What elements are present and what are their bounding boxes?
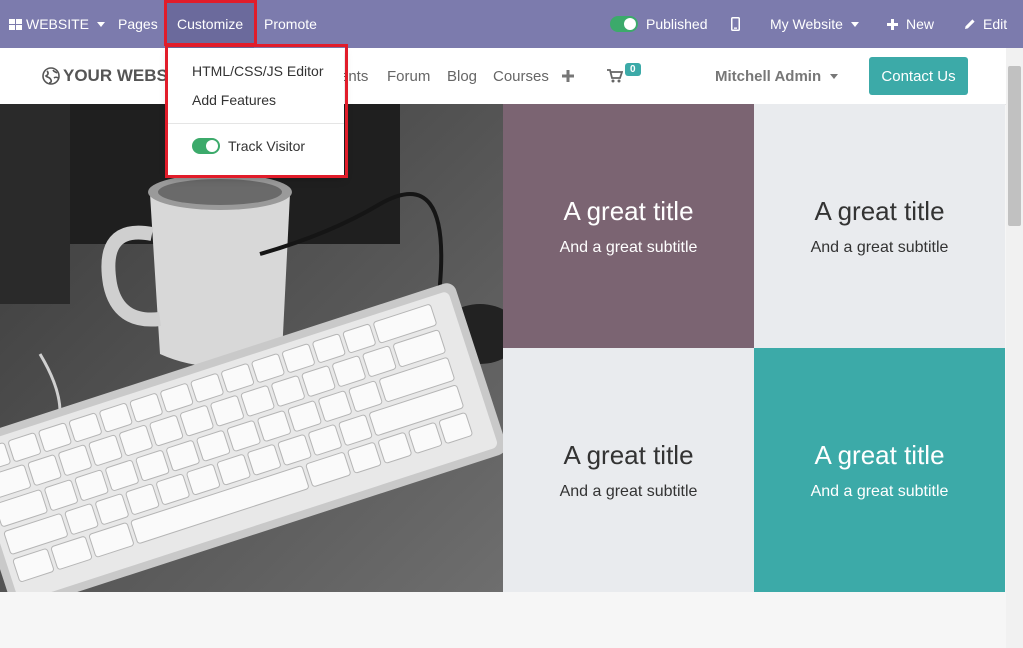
contact-us-label: Contact Us xyxy=(881,67,956,85)
tile-title: A great title xyxy=(563,195,694,226)
chevron-down-icon xyxy=(830,73,839,79)
chevron-down-icon xyxy=(97,21,106,27)
feature-tile: A great title And a great subtitle xyxy=(754,348,1005,592)
new-button[interactable]: New xyxy=(887,0,934,48)
tile-subtitle: And a great subtitle xyxy=(810,238,949,256)
mobile-phone-icon xyxy=(731,17,740,31)
logo-text: YOUR WEBSI xyxy=(63,66,173,85)
admin-navbar: WEBSITE Pages Customize Promote Publishe… xyxy=(0,0,1023,48)
toggle-on-icon xyxy=(192,138,220,154)
nav-item-label: Blog xyxy=(447,67,478,85)
website-app-menu[interactable]: WEBSITE xyxy=(9,0,106,48)
tile-title: A great title xyxy=(814,439,945,470)
nav-item-label: ents xyxy=(340,67,369,85)
keyboard-mug-photo xyxy=(0,104,503,592)
contact-us-button[interactable]: Contact Us xyxy=(869,57,968,95)
my-website-label: My Website xyxy=(770,16,843,32)
plus-icon xyxy=(562,70,574,82)
plus-icon xyxy=(887,18,898,30)
menu-divider xyxy=(168,123,344,124)
toggle-on-icon xyxy=(610,16,638,32)
shopping-cart-icon xyxy=(607,69,623,83)
page-scrollbar[interactable] xyxy=(1006,48,1023,648)
apps-grid-icon xyxy=(9,18,22,30)
site-logo[interactable]: YOUR WEBSI xyxy=(42,48,173,104)
promote-label: Promote xyxy=(264,16,317,32)
cart-count-badge: 0 xyxy=(625,62,641,76)
tile-subtitle: And a great subtitle xyxy=(559,482,698,500)
pages-label: Pages xyxy=(118,16,158,32)
pages-menu[interactable]: Pages xyxy=(118,0,158,48)
tile-title: A great title xyxy=(814,195,945,226)
menu-item-label: HTML/CSS/JS Editor xyxy=(192,63,324,79)
edit-button[interactable]: Edit xyxy=(964,0,1007,48)
nav-item-forum[interactable]: Forum xyxy=(387,48,430,104)
published-toggle[interactable]: Published xyxy=(610,0,708,48)
nav-item-label: Courses xyxy=(493,67,549,85)
customize-label: Customize xyxy=(177,16,244,32)
user-menu[interactable]: Mitchell Admin xyxy=(715,48,839,104)
nav-item-label: Forum xyxy=(387,67,431,85)
published-label: Published xyxy=(646,16,708,32)
new-label: New xyxy=(906,16,935,32)
menu-item-label: Add Features xyxy=(192,92,277,108)
menu-item-label: Track Visitor xyxy=(228,138,306,154)
edit-label: Edit xyxy=(983,16,1008,32)
cart-button[interactable]: 0 xyxy=(607,48,641,104)
globe-icon xyxy=(42,67,60,85)
feature-tile: A great title And a great subtitle xyxy=(503,104,754,348)
nav-item-blog[interactable]: Blog xyxy=(447,48,477,104)
add-features-item[interactable]: Add Features xyxy=(192,89,276,111)
customize-dropdown: HTML/CSS/JS Editor Add Features Track Vi… xyxy=(168,48,344,176)
tile-subtitle: And a great subtitle xyxy=(810,482,949,500)
scrollbar-thumb[interactable] xyxy=(1008,66,1021,226)
feature-tile: A great title And a great subtitle xyxy=(754,104,1005,348)
add-menu-item-button[interactable] xyxy=(562,48,574,104)
tile-title: A great title xyxy=(563,439,694,470)
website-label: WEBSITE xyxy=(26,16,90,32)
mobile-preview-button[interactable] xyxy=(731,0,740,48)
nav-item-courses[interactable]: Courses xyxy=(493,48,549,104)
photo-illustration xyxy=(0,104,503,592)
feature-tile: A great title And a great subtitle xyxy=(503,348,754,592)
chevron-down-icon xyxy=(850,21,859,27)
pencil-icon xyxy=(965,19,975,29)
user-name: Mitchell Admin xyxy=(715,67,822,85)
nav-item-events[interactable]: ents xyxy=(340,48,368,104)
html-css-js-editor-item[interactable]: HTML/CSS/JS Editor xyxy=(192,60,323,82)
my-website-menu[interactable]: My Website xyxy=(770,0,859,48)
customize-menu[interactable]: Customize xyxy=(166,0,255,48)
site-navbar: YOUR WEBSI ents Forum Blog Courses 0 Mit… xyxy=(0,48,1006,105)
promote-menu[interactable]: Promote xyxy=(264,0,317,48)
track-visitor-toggle[interactable]: Track Visitor xyxy=(192,135,305,157)
tile-subtitle: And a great subtitle xyxy=(559,238,698,256)
